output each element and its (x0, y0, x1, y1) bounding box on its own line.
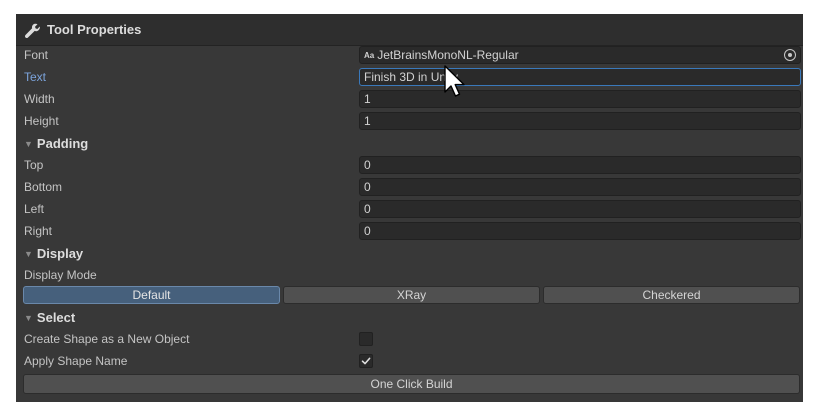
padding-top-row: Top 0 (16, 154, 803, 176)
apply-shape-name-row: Apply Shape Name (16, 350, 803, 372)
wrench-icon (24, 22, 40, 38)
padding-left-value: 0 (364, 202, 371, 216)
panel-title: Tool Properties (47, 22, 142, 37)
foldout-triangle-icon: ▼ (24, 312, 33, 323)
padding-header[interactable]: ▼ Padding (24, 136, 88, 151)
display-mode-default[interactable]: Default (23, 286, 280, 304)
create-new-object-label: Create Shape as a New Object (24, 332, 190, 346)
width-input[interactable]: 1 (359, 90, 801, 108)
display-foldout[interactable]: ▼ Display (16, 242, 803, 264)
padding-header-label: Padding (36, 135, 89, 151)
height-row: Height 1 (16, 110, 803, 132)
text-label: Text (24, 70, 47, 84)
height-label: Height (24, 114, 59, 128)
select-header-label: Select (36, 309, 76, 325)
display-mode-label: Display Mode (24, 268, 97, 282)
select-header[interactable]: ▼ Select (24, 310, 75, 325)
display-mode-toolbar: Default XRay Checkered (16, 284, 803, 306)
display-header-label: Display (36, 245, 84, 261)
padding-foldout[interactable]: ▼ Padding (16, 132, 803, 154)
font-row: Font Aa JetBrainsMonoNL-Regular (16, 44, 803, 66)
text-row: Text Finish 3D in Unity (16, 66, 803, 88)
padding-right-row: Right 0 (16, 220, 803, 242)
padding-bottom-label: Bottom (24, 180, 63, 194)
display-mode-xray[interactable]: XRay (283, 286, 540, 304)
apply-shape-name-label: Apply Shape Name (24, 354, 128, 368)
text-input[interactable]: Finish 3D in Unity (359, 68, 801, 86)
padding-top-value: 0 (364, 158, 371, 172)
tool-properties-panel: Tool Properties Font Aa JetBrainsMonoNL-… (16, 14, 803, 402)
create-new-object-row: Create Shape as a New Object (16, 328, 803, 350)
padding-right-label: Right (24, 224, 53, 238)
width-value: 1 (364, 92, 371, 106)
one-click-build-button[interactable]: One Click Build (23, 374, 800, 394)
checkmark-icon (361, 357, 371, 365)
font-object-field[interactable]: Aa JetBrainsMonoNL-Regular (359, 46, 801, 64)
select-foldout[interactable]: ▼ Select (16, 306, 803, 328)
padding-bottom-row: Bottom 0 (16, 176, 803, 198)
display-header[interactable]: ▼ Display (24, 246, 83, 261)
display-mode-row: Display Mode (16, 264, 803, 286)
font-label: Font (24, 48, 49, 62)
mouse-cursor-icon (444, 65, 465, 97)
padding-left-input[interactable]: 0 (359, 200, 801, 218)
foldout-triangle-icon: ▼ (24, 248, 33, 259)
object-picker-icon[interactable] (784, 49, 796, 61)
height-value: 1 (364, 114, 371, 128)
height-input[interactable]: 1 (359, 112, 801, 130)
apply-shape-name-checkbox[interactable] (359, 354, 373, 368)
padding-bottom-input[interactable]: 0 (359, 178, 801, 196)
panel-titlebar: Tool Properties (16, 14, 803, 46)
padding-top-label: Top (24, 158, 44, 172)
width-row: Width 1 (16, 88, 803, 110)
width-label: Width (24, 92, 55, 106)
create-new-object-checkbox[interactable] (359, 332, 373, 346)
font-asset-icon: Aa (364, 50, 375, 60)
padding-left-label: Left (24, 202, 45, 216)
padding-top-input[interactable]: 0 (359, 156, 801, 174)
foldout-triangle-icon: ▼ (24, 138, 33, 149)
build-row: One Click Build (16, 373, 803, 395)
display-mode-checkered[interactable]: Checkered (543, 286, 800, 304)
padding-right-input[interactable]: 0 (359, 222, 801, 240)
font-value: JetBrainsMonoNL-Regular (377, 48, 519, 62)
padding-left-row: Left 0 (16, 198, 803, 220)
padding-right-value: 0 (364, 224, 371, 238)
padding-bottom-value: 0 (364, 180, 371, 194)
